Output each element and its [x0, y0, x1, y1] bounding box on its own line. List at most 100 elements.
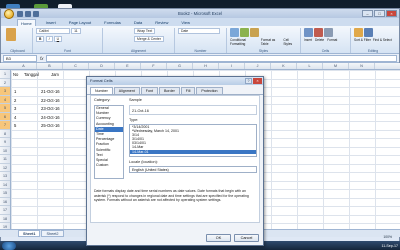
row-header[interactable]: 11 [0, 155, 10, 164]
conditional-formatting-icon[interactable] [230, 28, 239, 37]
row-header[interactable]: 10 [0, 147, 10, 155]
font-name-select[interactable]: Calibri [36, 28, 70, 34]
category-list[interactable]: General Number Currency Accounting Date Time P… [94, 105, 124, 179]
row-header[interactable]: 4 [0, 95, 10, 104]
minimize-button[interactable]: – [362, 10, 373, 17]
start-button[interactable] [2, 241, 16, 250]
sort-filter-label[interactable]: Sort & Filter [354, 38, 371, 42]
fx-icon[interactable]: fx [40, 56, 43, 61]
cell-date[interactable]: 24-Oct-16 [41, 115, 60, 120]
column-header[interactable]: I [219, 63, 245, 69]
cell-styles-icon[interactable] [250, 28, 260, 37]
insert-cells-icon[interactable] [304, 28, 313, 37]
row-header[interactable]: 2 [0, 79, 10, 87]
cell-no[interactable]: 5 [14, 123, 16, 128]
paste-icon[interactable] [6, 28, 16, 41]
tab-number[interactable]: Number [90, 87, 113, 94]
cell-no[interactable]: 2 [14, 98, 16, 103]
conditional-formatting-label[interactable]: Conditional Formatting [230, 38, 259, 46]
insert-label[interactable]: Insert [304, 38, 312, 42]
zoom-level[interactable]: 100% [383, 235, 392, 239]
row-header[interactable]: 17 [0, 206, 10, 215]
cell-date[interactable]: 21-Oct-16 [41, 89, 60, 94]
cell-styles-label[interactable]: Cell Styles [283, 38, 297, 46]
row-header[interactable]: 1 [0, 70, 10, 79]
tab-data[interactable]: Data [131, 19, 145, 26]
tab-review[interactable]: Review [152, 19, 171, 26]
locale-select[interactable]: English (United States) [129, 166, 257, 173]
row-header[interactable]: 6 [0, 112, 10, 121]
column-header[interactable]: K [271, 63, 297, 69]
cell-no[interactable]: 1 [14, 89, 16, 94]
row-header[interactable]: 12 [0, 164, 10, 172]
row-header[interactable]: 13 [0, 172, 10, 181]
find-select-label[interactable]: Find & Select [373, 38, 392, 42]
row-header[interactable]: 5 [0, 104, 10, 113]
column-header[interactable]: C [63, 63, 89, 69]
column-header[interactable]: H [193, 63, 219, 69]
ok-button[interactable]: OK [206, 234, 231, 242]
cell-no[interactable]: 3 [14, 106, 16, 111]
underline-button[interactable]: U [53, 36, 63, 42]
formula-input[interactable] [46, 54, 397, 62]
column-header[interactable]: J [245, 63, 271, 69]
dialog-close-button[interactable]: × [253, 78, 262, 84]
row-header[interactable]: 18 [0, 215, 10, 223]
delete-label[interactable]: Delete [315, 38, 324, 42]
column-header[interactable]: L [297, 63, 323, 69]
column-header[interactable]: G [167, 63, 193, 69]
sheet-tab-sheet2[interactable]: Sheet2 [41, 230, 64, 237]
cell-date[interactable]: 22-Oct-16 [41, 98, 60, 103]
type-list[interactable]: *3/14/2001 *Wednesday, March 14, 2001 3/14… [129, 124, 257, 157]
font-size-select[interactable]: 11 [71, 28, 82, 34]
merge-center-button[interactable]: Merge & Center [134, 36, 164, 42]
tab-insert[interactable]: Insert [43, 19, 59, 26]
format-cells-icon[interactable] [324, 28, 334, 37]
tab-fill[interactable]: Fill [180, 87, 196, 94]
format-as-table-label[interactable]: Format as Table [261, 38, 282, 46]
cancel-button[interactable]: Cancel [234, 234, 259, 242]
column-header[interactable]: M [323, 63, 349, 69]
find-select-icon[interactable] [364, 28, 374, 37]
tab-formulas[interactable]: Formulas [101, 19, 124, 26]
close-button[interactable]: × [386, 10, 397, 17]
header-jam[interactable]: Jam [51, 72, 59, 77]
column-header[interactable]: F [141, 63, 167, 69]
column-header[interactable]: B [37, 63, 63, 69]
delete-cells-icon[interactable] [314, 28, 324, 37]
column-header[interactable]: A [11, 63, 37, 69]
number-format-select[interactable]: Date [178, 28, 220, 34]
bold-button[interactable]: B [36, 36, 45, 42]
italic-button[interactable]: I [45, 36, 53, 42]
type-item[interactable]: 14-Mar-01 [130, 149, 256, 154]
row-header[interactable]: 16 [0, 198, 10, 206]
help-icon[interactable]: ? [245, 78, 252, 84]
wrap-text-button[interactable]: Wrap Text [134, 28, 156, 34]
header-tanggal[interactable]: Tanggal [24, 72, 39, 77]
row-header[interactable]: 9 [0, 138, 10, 147]
format-as-table-icon[interactable] [240, 28, 250, 37]
column-header[interactable]: D [89, 63, 115, 69]
row-header[interactable]: 14 [0, 181, 10, 189]
sort-filter-icon[interactable] [354, 28, 363, 37]
format-label[interactable]: Format [327, 38, 337, 42]
column-header[interactable]: N [349, 63, 375, 69]
cell-date[interactable]: 25-Oct-16 [41, 123, 60, 128]
tab-border[interactable]: Border [158, 87, 180, 94]
row-header[interactable]: 3 [0, 87, 10, 96]
tab-alignment[interactable]: Alignment [113, 87, 140, 94]
tab-page-layout[interactable]: Page Layout [66, 19, 94, 26]
cell-date[interactable]: 23-Oct-16 [41, 106, 60, 111]
row-header[interactable]: 8 [0, 130, 10, 138]
tab-home[interactable]: Home [17, 19, 36, 26]
tab-font[interactable]: Font [140, 87, 158, 94]
header-no[interactable]: No [13, 72, 18, 77]
column-header[interactable]: E [115, 63, 141, 69]
tab-protection[interactable]: Protection [196, 87, 223, 94]
sheet-tab-sheet1[interactable]: Sheet1 [18, 230, 41, 237]
row-header[interactable]: 7 [0, 121, 10, 130]
maximize-button[interactable]: □ [374, 10, 385, 17]
category-item[interactable]: Custom [95, 163, 123, 168]
tab-view[interactable]: View [178, 19, 193, 26]
cell-no[interactable]: 4 [14, 115, 16, 120]
